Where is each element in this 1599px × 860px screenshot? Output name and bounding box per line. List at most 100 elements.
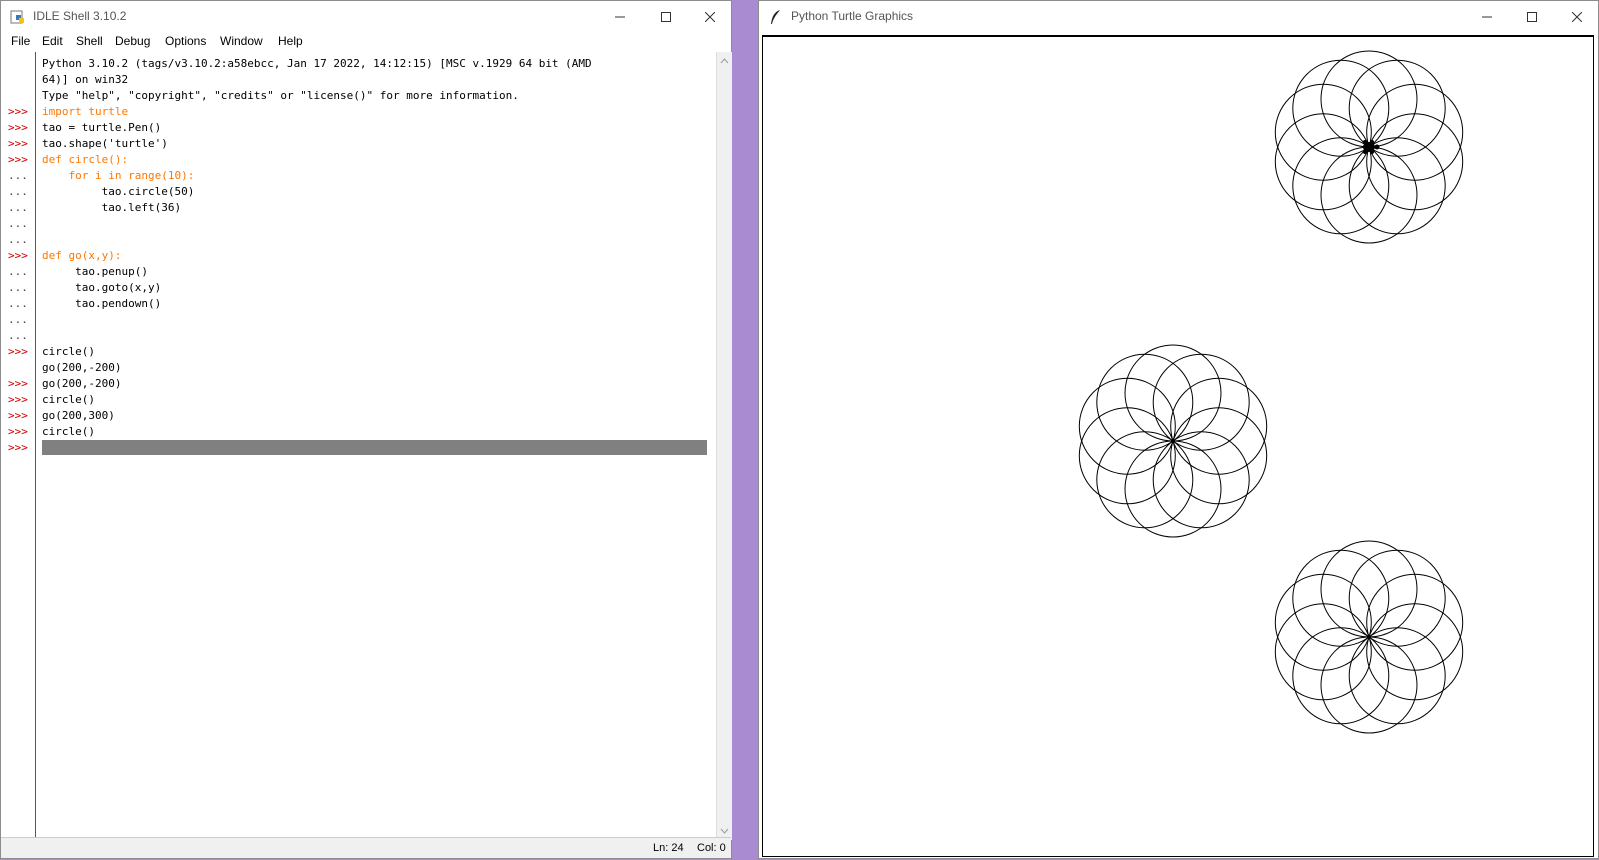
code-line: tao.pendown(): [42, 297, 162, 310]
prompt: >>>: [8, 153, 28, 166]
code-line: tao.goto(x,y): [42, 281, 162, 294]
continuation-prompt: ...: [8, 329, 28, 342]
current-input-line[interactable]: [42, 440, 707, 455]
menu-edit[interactable]: Edit: [42, 34, 63, 48]
continuation-prompt: ...: [8, 265, 28, 278]
rosette-circle: [1124, 344, 1222, 442]
prompt: >>>: [8, 425, 28, 438]
turtle-window-title: Python Turtle Graphics: [791, 9, 914, 23]
vertical-scrollbar[interactable]: [716, 52, 732, 840]
rosette-circle: [1274, 83, 1372, 181]
rosette-circle: [1366, 113, 1464, 211]
scroll-down-icon[interactable]: [717, 826, 732, 836]
banner-line: Python 3.10.2 (tags/v3.10.2:a58ebcc, Jan…: [42, 57, 592, 70]
code-line: import turtle: [42, 105, 129, 118]
prompt: >>>: [8, 121, 28, 134]
rosette-circle: [1292, 137, 1390, 235]
rosette-circle: [1096, 353, 1194, 451]
turtle-canvas: [762, 35, 1594, 857]
maximize-icon: [661, 11, 671, 22]
prompt-gutter: >>> >>> >>> >>> ... ... ... ... ... >>> …: [3, 52, 35, 840]
rosette-circle: [1320, 146, 1418, 244]
prompt: >>>: [8, 249, 28, 262]
code-line: go(200,-200): [42, 377, 122, 390]
rosette-circle: [1124, 440, 1222, 538]
prompt: >>>: [8, 441, 28, 454]
maximize-button[interactable]: [643, 1, 689, 32]
code-line: go(200,-200): [42, 361, 122, 374]
idle-shell-window: IDLE Shell 3.10.2 File Edit Shell Debug …: [0, 0, 732, 859]
rosette-circle: [1170, 407, 1268, 505]
rosette-circle: [1348, 549, 1446, 647]
code-line: circle(): [42, 425, 95, 438]
code-line: def go(x,y):: [42, 249, 122, 262]
rosette-circle: [1320, 50, 1418, 148]
minimize-icon: [615, 16, 625, 17]
maximize-button[interactable]: [1509, 1, 1555, 32]
menu-window[interactable]: Window: [220, 34, 263, 48]
close-button[interactable]: [1554, 1, 1599, 32]
turtle-titlebar[interactable]: Python Turtle Graphics: [759, 1, 1598, 32]
code-line: tao.penup(): [42, 265, 148, 278]
continuation-prompt: ...: [8, 201, 28, 214]
rosette-circle: [1292, 549, 1390, 647]
rosette-circle: [1274, 113, 1372, 211]
code-line: circle(): [42, 393, 95, 406]
prompt: >>>: [8, 377, 28, 390]
continuation-prompt: ...: [8, 185, 28, 198]
rosette-circle: [1170, 377, 1268, 475]
banner-line: Type "help", "copyright", "credits" or "…: [42, 89, 519, 102]
close-button[interactable]: [687, 1, 733, 32]
idle-menubar: File Edit Shell Debug Options Window Hel…: [1, 32, 731, 52]
feather-icon: [771, 10, 780, 24]
continuation-prompt: ...: [8, 217, 28, 230]
code-line: tao.left(36): [42, 201, 182, 214]
rosette-circle: [1320, 540, 1418, 638]
close-icon: [705, 11, 715, 22]
shell-text-area[interactable]: Python 3.10.2 (tags/v3.10.2:a58ebcc, Jan…: [37, 52, 716, 840]
prompt: >>>: [8, 345, 28, 358]
prompt: >>>: [8, 409, 28, 422]
code-line: go(200,300): [42, 409, 115, 422]
python-idle-icon: [10, 10, 24, 24]
menu-file[interactable]: File: [11, 34, 30, 48]
continuation-prompt: ...: [8, 233, 28, 246]
gutter-separator: [35, 52, 36, 840]
minimize-button[interactable]: [1464, 1, 1510, 32]
rosette-circle: [1292, 59, 1390, 157]
maximize-icon: [1527, 11, 1537, 22]
status-col: Col: 0: [697, 842, 726, 854]
menu-debug[interactable]: Debug: [115, 34, 150, 48]
rosette-circle: [1366, 83, 1464, 181]
code-line: circle(): [42, 345, 95, 358]
status-line: Ln: 24: [653, 842, 684, 854]
continuation-prompt: ...: [8, 297, 28, 310]
code-line: for i in range(10):: [42, 169, 195, 182]
prompt: >>>: [8, 393, 28, 406]
idle-statusbar: Ln: 24 Col: 0: [1, 837, 731, 858]
rosette-circle: [1366, 573, 1464, 671]
rosette-circle: [1152, 431, 1250, 529]
prompt: >>>: [8, 105, 28, 118]
rosette-circle: [1320, 636, 1418, 734]
menu-shell[interactable]: Shell: [76, 34, 103, 48]
rosette-circle: [1274, 603, 1372, 701]
rosette-circle: [1096, 431, 1194, 529]
code-line: def circle():: [42, 153, 129, 166]
code-line: tao.shape('turtle'): [42, 137, 168, 150]
code-line: tao.circle(50): [42, 185, 195, 198]
minimize-button[interactable]: [597, 1, 643, 32]
continuation-prompt: ...: [8, 169, 28, 182]
rosette-circle: [1078, 407, 1176, 505]
continuation-prompt: ...: [8, 281, 28, 294]
turtle-drawing: [1078, 50, 1464, 734]
turtle-graphics-window: Python Turtle Graphics: [758, 0, 1599, 859]
menu-options[interactable]: Options: [165, 34, 206, 48]
minimize-icon: [1482, 16, 1492, 17]
idle-titlebar[interactable]: IDLE Shell 3.10.2: [1, 1, 731, 32]
rosette-circle: [1366, 603, 1464, 701]
menu-help[interactable]: Help: [278, 34, 303, 48]
scroll-up-icon[interactable]: [717, 56, 732, 66]
rosette-circle: [1078, 377, 1176, 475]
close-icon: [1572, 11, 1582, 22]
